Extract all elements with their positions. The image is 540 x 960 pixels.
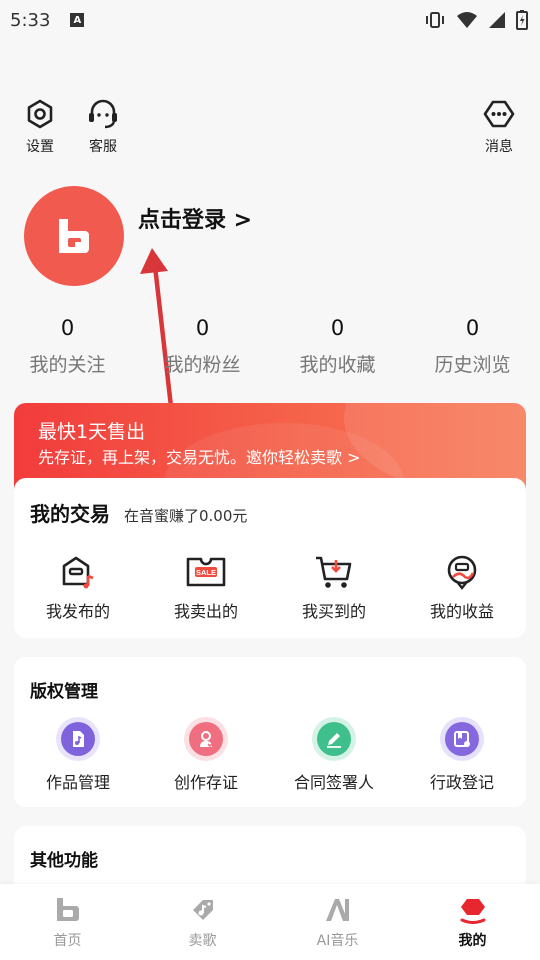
stat-value: 0 [330, 316, 345, 340]
sale-tag-icon: SALE [186, 557, 226, 587]
earnings-icon [447, 555, 477, 590]
stat-history[interactable]: 0 历史浏览 [405, 316, 540, 377]
copyright-item-contract[interactable]: 合同签署人 [270, 717, 398, 793]
copyright-item-label: 作品管理 [45, 773, 110, 792]
customer-service-label: 客服 [89, 139, 117, 155]
nav-item-home[interactable]: 首页 [0, 884, 135, 960]
stat-label: 我的收藏 [299, 354, 376, 376]
status-bar: 5:33 A [0, 0, 540, 40]
stat-label: 历史浏览 [434, 354, 511, 376]
nav-label: 卖歌 [188, 933, 217, 949]
stat-value: 0 [60, 316, 75, 340]
settings-label: 设置 [26, 139, 54, 155]
stat-fans[interactable]: 0 我的粉丝 [135, 316, 270, 377]
avatar[interactable] [24, 186, 124, 286]
stat-label: 我的粉丝 [164, 354, 241, 376]
vibrate-icon [426, 12, 444, 28]
stat-value: 0 [195, 316, 210, 340]
battery-icon [516, 10, 528, 30]
stat-favorites[interactable]: 0 我的收藏 [270, 316, 405, 377]
home-icon [56, 898, 79, 921]
trade-item-label: 我卖出的 [173, 602, 238, 621]
trade-item-label: 我发布的 [45, 602, 110, 621]
sale-tag-text: SALE [196, 568, 216, 577]
settings-icon [27, 99, 53, 129]
trade-item-earnings[interactable]: 我的收益 [398, 554, 526, 622]
messages-label: 消息 [485, 139, 513, 155]
settings-button[interactable]: 设置 [13, 98, 67, 156]
stat-value: 0 [465, 316, 480, 340]
notification-a-icon: A [70, 13, 85, 27]
cart-icon [316, 556, 352, 588]
sell-song-icon [192, 900, 213, 920]
nav-item-sell[interactable]: 卖歌 [135, 884, 270, 960]
customer-service-button[interactable]: 客服 [76, 98, 130, 156]
me-icon [460, 899, 485, 924]
stat-following[interactable]: 0 我的关注 [0, 316, 135, 377]
pen-sign-icon [327, 733, 341, 748]
signal-icon [489, 12, 505, 28]
copyright-card: 版权管理 作品管理 创作存证 合同签署人 行政登记 [14, 657, 526, 807]
nav-label: 我的 [458, 933, 487, 949]
banner-title: 最快1天售出 [38, 421, 146, 443]
trade-card: 我的交易 在音蜜赚了0.00元 我发布的 SALE 我卖出的 我买到的 我的收益 [14, 478, 526, 638]
profile-header[interactable]: 点击登录 > [24, 186, 524, 286]
message-icon [483, 100, 515, 128]
copyright-item-label: 行政登记 [429, 773, 494, 792]
trade-item-published[interactable]: 我发布的 [14, 554, 142, 622]
trade-item-label: 我的收益 [429, 602, 494, 621]
registration-icon [454, 731, 470, 747]
headset-icon [89, 99, 117, 129]
app-logo-icon [59, 219, 89, 253]
music-file-icon [73, 731, 84, 747]
nav-item-ai-music[interactable]: AI音乐 [270, 884, 405, 960]
trade-item-label: 我买到的 [301, 602, 366, 621]
copyright-title: 版权管理 [30, 682, 98, 702]
earnings-text: 在音蜜赚了0.00元 [124, 507, 248, 525]
copyright-item-label: 合同签署人 [293, 773, 374, 792]
copyright-item-certificate[interactable]: 创作存证 [142, 717, 270, 793]
top-actions: 设置 客服 消息 [0, 98, 540, 162]
wifi-icon [457, 12, 477, 28]
publish-icon [62, 556, 94, 589]
trade-item-sold[interactable]: SALE 我卖出的 [142, 554, 270, 622]
trade-item-bought[interactable]: 我买到的 [270, 554, 398, 622]
messages-button[interactable]: 消息 [472, 98, 526, 156]
ai-music-icon [325, 899, 349, 921]
banner-subtitle: 先存证，再上架，交易无忧。邀你轻松卖歌 > [38, 448, 361, 467]
other-functions-title: 其他功能 [30, 851, 98, 871]
bottom-nav: 首页 卖歌 AI音乐 我的 [0, 884, 540, 960]
certificate-icon [200, 731, 215, 748]
stats-row: 0 我的关注 0 我的粉丝 0 我的收藏 0 历史浏览 [0, 316, 540, 377]
nav-label: 首页 [53, 933, 82, 949]
status-time: 5:33 [10, 9, 51, 31]
trade-title: 我的交易 [30, 502, 110, 526]
login-link[interactable]: 点击登录 > [138, 202, 252, 234]
nav-item-me[interactable]: 我的 [405, 884, 540, 960]
copyright-item-label: 创作存证 [173, 773, 238, 792]
stat-label: 我的关注 [29, 354, 106, 376]
nav-label: AI音乐 [316, 933, 359, 949]
copyright-item-registration[interactable]: 行政登记 [398, 717, 526, 793]
copyright-item-works[interactable]: 作品管理 [14, 717, 142, 793]
